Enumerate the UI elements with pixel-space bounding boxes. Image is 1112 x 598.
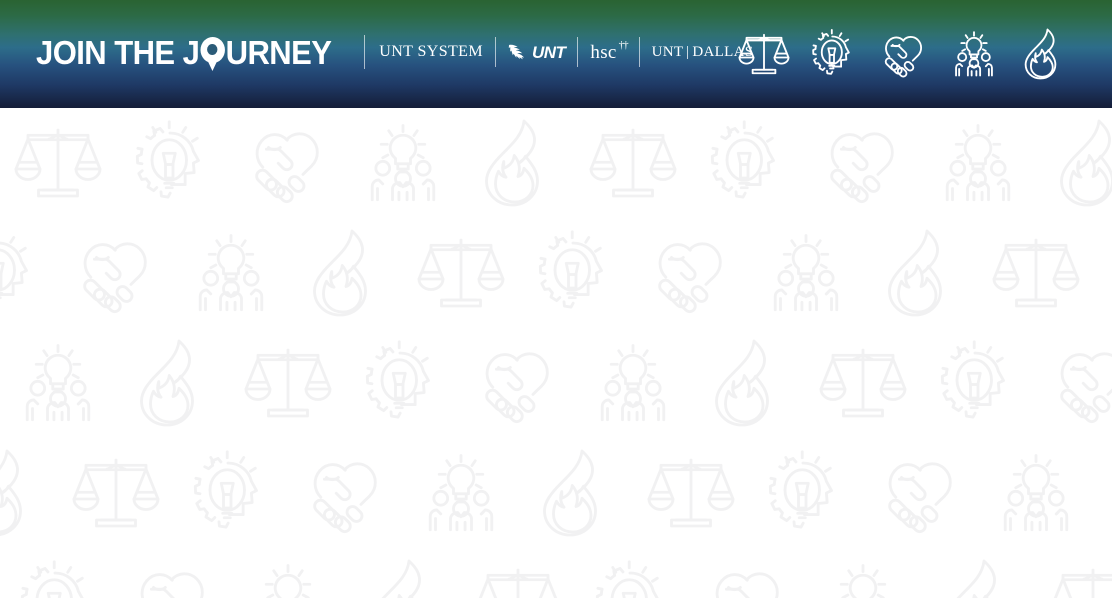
- brand-divider: [364, 35, 366, 69]
- header-banner: JOIN THE J URNEY UNT SYSTEM UNT hsc †† U…: [0, 0, 1112, 108]
- watermark-icon-pattern: [0, 108, 1112, 598]
- flame-icon: [1093, 438, 1112, 548]
- logo-unt[interactable]: UNT: [508, 40, 566, 64]
- header-value-icons: [730, 20, 1078, 88]
- handshake-icon: [58, 218, 173, 328]
- head-lightbulb-gear-icon: [748, 438, 863, 548]
- handshake-icon: [870, 20, 938, 88]
- handshake-icon: [115, 548, 230, 598]
- handshake-icon: [805, 108, 920, 218]
- handshake-icon: [863, 438, 978, 548]
- flame-icon: [1035, 108, 1112, 218]
- head-lightbulb-gear-icon: [690, 108, 805, 218]
- scales-icon: [460, 548, 575, 598]
- flame-icon: [345, 548, 460, 598]
- wordmark-part-2: URNEY: [225, 33, 332, 71]
- flame-icon: [115, 328, 230, 438]
- head-lightbulb-gear-icon: [800, 20, 868, 88]
- flame-icon: [1010, 20, 1078, 88]
- scales-icon: [575, 108, 690, 218]
- scales-icon: [805, 328, 920, 438]
- people-lightbulb-icon: [173, 218, 288, 328]
- flame-icon: [460, 108, 575, 218]
- logo-hsc[interactable]: hsc ††: [590, 38, 629, 63]
- join-the-journey-wordmark: JOIN THE J URNEY: [36, 33, 332, 73]
- people-lightbulb-icon: [0, 328, 115, 438]
- scales-icon: [403, 218, 518, 328]
- scales-icon: [730, 20, 798, 88]
- wordmark-part-1: JOIN THE J: [36, 33, 200, 71]
- brand-divider: [494, 37, 496, 67]
- head-lightbulb-gear-icon: [173, 438, 288, 548]
- handshake-icon: [288, 438, 403, 548]
- scales-icon: [978, 218, 1093, 328]
- brand-divider: [577, 37, 579, 67]
- scales-icon: [58, 438, 173, 548]
- flame-icon: [690, 328, 805, 438]
- head-lightbulb-gear-icon: [0, 218, 58, 328]
- scales-icon: [1035, 548, 1112, 598]
- head-lightbulb-gear-icon: [0, 548, 115, 598]
- eagle-icon: [508, 40, 530, 64]
- brand-divider: [638, 37, 640, 67]
- head-lightbulb-gear-icon: [575, 548, 690, 598]
- hsc-cross-icon: ††: [618, 38, 629, 51]
- page-root: JOIN THE J URNEY UNT SYSTEM UNT hsc †† U…: [0, 0, 1112, 598]
- scales-icon: [633, 438, 748, 548]
- people-lightbulb-icon: [403, 438, 518, 548]
- head-lightbulb-gear-icon: [1093, 218, 1112, 328]
- head-lightbulb-gear-icon: [345, 328, 460, 438]
- flame-icon: [0, 438, 58, 548]
- watermark-row: [0, 108, 1112, 218]
- flame-icon: [863, 218, 978, 328]
- head-lightbulb-gear-icon: [518, 218, 633, 328]
- handshake-icon: [633, 218, 748, 328]
- people-lightbulb-icon: [940, 20, 1008, 88]
- head-lightbulb-gear-icon: [115, 108, 230, 218]
- location-pin-icon: [200, 37, 225, 73]
- brand-lockup: JOIN THE J URNEY UNT SYSTEM UNT hsc †† U…: [36, 28, 753, 76]
- watermark-row: [0, 218, 1112, 328]
- watermark-row: [0, 328, 1112, 438]
- watermark-row: [0, 438, 1112, 548]
- logo-unt-system[interactable]: UNT SYSTEM: [379, 44, 483, 60]
- logo-unt-dallas-unt: UNT: [651, 43, 684, 60]
- people-lightbulb-icon: [978, 438, 1093, 548]
- people-lightbulb-icon: [805, 548, 920, 598]
- watermark-row: [0, 548, 1112, 598]
- handshake-icon: [230, 108, 345, 218]
- flame-icon: [288, 218, 403, 328]
- handshake-icon: [690, 548, 805, 598]
- people-lightbulb-icon: [920, 108, 1035, 218]
- body-content-area: [0, 108, 1112, 598]
- people-lightbulb-icon: [345, 108, 460, 218]
- logo-divider-bar: [687, 45, 689, 59]
- logo-unt-system-text: UNT SYSTEM: [379, 43, 483, 60]
- people-lightbulb-icon: [575, 328, 690, 438]
- people-lightbulb-icon: [230, 548, 345, 598]
- people-lightbulb-icon: [748, 218, 863, 328]
- flame-icon: [518, 438, 633, 548]
- logo-hsc-text: hsc: [590, 41, 617, 63]
- head-lightbulb-gear-icon: [920, 328, 1035, 438]
- logo-unt-text: UNT: [531, 42, 566, 62]
- scales-icon: [0, 108, 115, 218]
- handshake-icon: [460, 328, 575, 438]
- handshake-icon: [1035, 328, 1112, 438]
- flame-icon: [920, 548, 1035, 598]
- scales-icon: [230, 328, 345, 438]
